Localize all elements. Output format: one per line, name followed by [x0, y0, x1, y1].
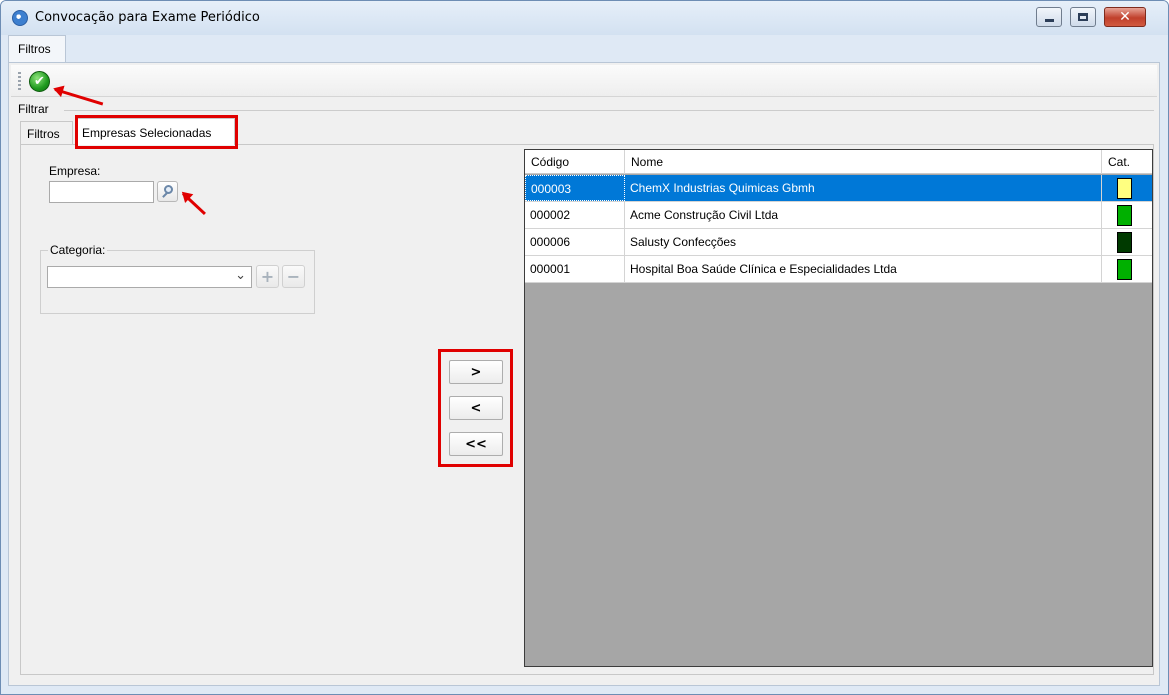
toolbar-grip[interactable] [18, 72, 21, 90]
tab-empresas-selecionadas[interactable]: Empresas Selecionadas [75, 118, 235, 145]
move-all-left-button[interactable]: << [449, 432, 503, 456]
empresa-label: Empresa: [49, 164, 101, 178]
title-bar[interactable]: Convocação para Exame Periódico ✕ [1, 1, 1168, 35]
cell-nome: Hospital Boa Saúde Clínica e Especialida… [625, 256, 1102, 282]
cell-nome: ChemX Industrias Quimicas Gbmh [625, 175, 1102, 201]
categoria-label: Categoria: [48, 243, 108, 257]
tab-empresas-selecionadas-label: Empresas Selecionadas [82, 126, 212, 140]
category-color-swatch [1117, 232, 1132, 253]
close-button[interactable]: ✕ [1104, 7, 1146, 27]
cell-codigo: 000006 [525, 229, 625, 255]
tab-strip: Filtros Empresas Selecionadas [20, 117, 1150, 145]
main-content: ✔ Filtrar Filtros Empresas Selecionadas … [8, 62, 1160, 686]
selected-companies-grid[interactable]: Código Nome Cat. 000003 ChemX Industrias… [524, 149, 1153, 667]
grid-header: Código Nome Cat. [525, 150, 1152, 174]
table-row[interactable]: 000001 Hospital Boa Saúde Clínica e Espe… [525, 256, 1152, 283]
close-icon: ✕ [1119, 9, 1131, 25]
move-right-button[interactable]: > [449, 360, 503, 384]
search-icon-handle [162, 192, 168, 198]
category-color-swatch [1117, 259, 1132, 280]
app-logo-icon [12, 10, 28, 26]
category-color-swatch [1117, 205, 1132, 226]
minimize-icon [1044, 18, 1054, 22]
toolbar: ✔ [11, 65, 1157, 97]
window-title: Convocação para Exame Periódico [35, 10, 260, 25]
move-left-button[interactable]: < [449, 396, 503, 420]
maximize-button[interactable] [1070, 7, 1096, 27]
menu-tab-filtros[interactable]: Filtros [8, 35, 66, 63]
maximize-icon [1078, 13, 1088, 21]
empresa-input[interactable] [49, 181, 154, 203]
cell-codigo: 000002 [525, 202, 625, 228]
column-header-codigo[interactable]: Código [525, 150, 625, 174]
move-all-left-label: << [465, 436, 487, 452]
minus-icon: − [286, 267, 301, 286]
table-row[interactable]: 000002 Acme Construção Civil Ltda [525, 202, 1152, 229]
app-window: Convocação para Exame Periódico ✕ Filtro… [0, 0, 1169, 695]
cell-codigo: 000003 [525, 175, 625, 201]
confirm-check-icon[interactable]: ✔ [29, 71, 50, 92]
move-left-label: < [470, 400, 482, 416]
category-color-swatch [1117, 178, 1132, 199]
add-categoria-button[interactable]: + [256, 265, 279, 288]
cell-codigo: 000001 [525, 256, 625, 282]
tab-filtros-label: Filtros [27, 127, 60, 141]
column-header-nome-label: Nome [631, 155, 664, 169]
plus-icon: + [260, 267, 275, 286]
tab-filtros[interactable]: Filtros [20, 121, 73, 145]
column-header-cat-label: Cat. [1108, 155, 1131, 169]
annotation-arrow-search-icon [181, 192, 206, 216]
remove-categoria-button[interactable]: − [282, 265, 305, 288]
move-right-label: > [470, 364, 482, 380]
minimize-button[interactable] [1036, 7, 1062, 27]
table-row[interactable]: 000003 ChemX Industrias Quimicas Gbmh [525, 175, 1152, 202]
table-row[interactable]: 000006 Salusty Confecções [525, 229, 1152, 256]
cell-nome: Acme Construção Civil Ltda [625, 202, 1102, 228]
chevron-down-icon: ⌄ [235, 268, 246, 283]
cell-nome: Salusty Confecções [625, 229, 1102, 255]
tab-panel-empresas: Empresa: Categoria: ⌄ + − > < << Código … [20, 144, 1154, 675]
group-divider [64, 110, 1154, 111]
column-header-cat[interactable]: Cat. [1102, 150, 1152, 174]
column-header-nome[interactable]: Nome [625, 150, 1102, 174]
menu-bar: Filtros [1, 35, 1168, 63]
categoria-dropdown[interactable]: ⌄ [47, 266, 252, 288]
column-header-codigo-label: Código [531, 155, 570, 169]
empresa-search-button[interactable] [157, 181, 178, 202]
group-filtrar-label: Filtrar [16, 102, 51, 116]
menu-tab-label: Filtros [18, 42, 51, 56]
